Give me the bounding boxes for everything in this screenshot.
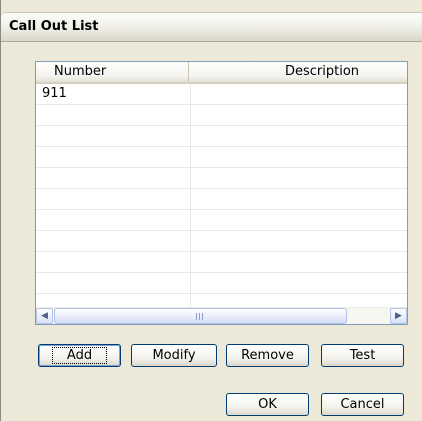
modify-button[interactable]: Modify [131,344,217,367]
empty-row [36,231,407,252]
empty-row [36,126,407,147]
list-row[interactable]: 911 [36,84,407,105]
empty-row [36,252,407,273]
call-out-list-view[interactable]: Number Description 911 ◀ ▶ [35,61,408,325]
column-header-number[interactable]: Number [36,62,189,82]
add-button-label: Add [51,347,108,364]
window-title: Call Out List [9,19,99,34]
empty-row [36,210,407,231]
column-header-description[interactable]: Description [189,62,407,82]
cancel-button[interactable]: Cancel [321,393,404,416]
row-number-cell: 911 [36,84,191,104]
empty-row [36,189,407,210]
row-description-cell [191,84,407,104]
empty-row [36,273,407,294]
scroll-left-arrow-icon[interactable]: ◀ [36,308,53,324]
empty-row [36,147,407,168]
test-button[interactable]: Test [321,344,404,367]
empty-row [36,168,407,189]
list-rows: 911 [36,84,407,315]
call-out-list-dialog: Call Out List Number Description 911 ◀ ▶… [0,0,422,421]
add-button[interactable]: Add [38,344,121,367]
remove-button[interactable]: Remove [226,344,309,367]
empty-row [36,105,407,126]
horizontal-scrollbar[interactable]: ◀ ▶ [36,307,407,324]
scrollbar-thumb[interactable] [54,308,347,324]
title-bar[interactable]: Call Out List [1,12,422,42]
scroll-right-arrow-icon[interactable]: ▶ [390,308,407,324]
scrollbar-grip-icon [196,313,205,320]
ok-button[interactable]: OK [226,393,309,416]
list-header: Number Description [36,62,407,84]
